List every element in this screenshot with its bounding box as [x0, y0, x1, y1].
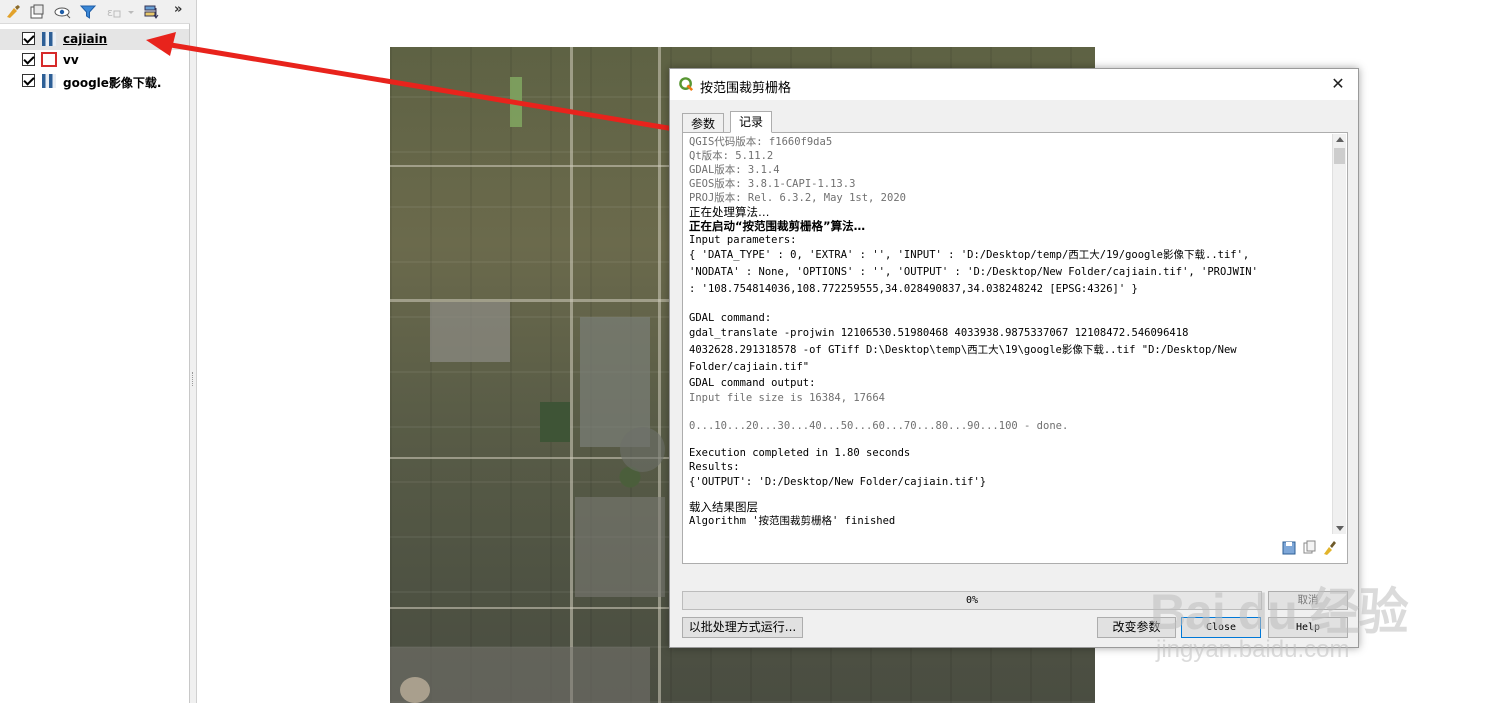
scroll-down-icon[interactable]	[1336, 526, 1344, 531]
layer-row-google[interactable]: google影像下载.	[0, 71, 189, 92]
layers-toolbar: ε »	[0, 0, 190, 24]
raster-layer-icon	[42, 32, 56, 46]
progress-text: 0%	[965, 595, 979, 606]
log-gdal-cmd-line: 4032628.291318578 -of GTiff D:\Desktop\t…	[689, 344, 1237, 356]
scroll-thumb[interactable]	[1334, 148, 1345, 164]
layers-panel: ε » cajiain vv google影像下载.	[0, 0, 190, 703]
log-line: QGIS代码版本: f1660f9da5	[689, 136, 833, 148]
layer-name: cajiain	[63, 32, 108, 46]
style-manager-icon[interactable]	[4, 3, 22, 21]
tab-log[interactable]: 记录	[730, 111, 773, 133]
save-log-icon[interactable]	[1281, 540, 1297, 556]
tab-parameters[interactable]: 参数	[682, 113, 725, 133]
log-pane: QGIS代码版本: f1660f9da5 Qt版本: 5.11.2 GDAL版本…	[682, 132, 1348, 564]
raster-layer-icon	[42, 74, 56, 88]
clear-log-icon[interactable]	[1321, 540, 1337, 556]
visibility-eye-icon[interactable]	[54, 3, 72, 21]
log-param-line: { 'DATA_TYPE' : 0, 'EXTRA' : '', 'INPUT'…	[689, 249, 1250, 261]
close-icon[interactable]: ✕	[1327, 74, 1349, 94]
log-gdal-cmd-line: Folder/cajiain.tif"	[689, 361, 810, 373]
log-param-line: 'NODATA' : None, 'OPTIONS' : '', 'OUTPUT…	[689, 266, 1258, 278]
toolbar-overflow-icon[interactable]: »	[174, 2, 182, 17]
log-execution: Execution completed in 1.80 seconds	[689, 447, 911, 459]
log-input-label: Input parameters:	[689, 234, 797, 246]
help-button[interactable]: Help	[1268, 617, 1348, 638]
log-text-area[interactable]: QGIS代码版本: f1660f9da5 Qt版本: 5.11.2 GDAL版本…	[689, 135, 1329, 537]
filter-icon[interactable]	[79, 3, 97, 21]
dialog-titlebar[interactable]: 按范围裁剪栅格 ✕	[670, 69, 1358, 100]
layer-visibility-checkbox[interactable]	[22, 74, 35, 87]
log-results: {'OUTPUT': 'D:/Desktop/New Folder/cajiai…	[689, 476, 987, 488]
log-tools	[1269, 540, 1339, 558]
cancel-button[interactable]: 取消	[1268, 591, 1348, 610]
clip-raster-dialog: 按范围裁剪栅格 ✕ 参数 记录 QGIS代码版本: f1660f9da5 Qt版…	[669, 68, 1359, 648]
log-results-label: Results:	[689, 461, 740, 473]
chevron-down-icon	[128, 11, 134, 14]
change-parameters-button[interactable]: 改变参数	[1097, 617, 1176, 638]
copy-log-icon[interactable]	[1301, 540, 1317, 556]
log-starting: 正在启动“按范围裁剪栅格”算法…	[689, 219, 866, 233]
log-processing: 正在处理算法…	[689, 205, 770, 219]
layer-visibility-checkbox[interactable]	[22, 32, 35, 45]
layer-row-vv[interactable]: vv	[0, 50, 189, 71]
log-param-line: : '108.754814036,108.772259555,34.028490…	[689, 283, 1138, 295]
panel-splitter[interactable]	[190, 0, 197, 703]
log-line: GDAL版本: 3.1.4	[689, 164, 780, 176]
log-gdal-output-label: GDAL command output:	[689, 377, 816, 389]
scroll-up-icon[interactable]	[1336, 137, 1344, 142]
log-line: Qt版本: 5.11.2	[689, 150, 774, 162]
layer-visibility-checkbox[interactable]	[22, 53, 35, 66]
log-gdal-cmd-line: gdal_translate -projwin 12106530.5198046…	[689, 327, 1189, 339]
log-loading: 载入结果图层	[689, 500, 758, 514]
layer-name: google影像下载.	[63, 76, 162, 90]
expression-filter-icon: ε	[107, 6, 121, 19]
dialog-title: 按范围裁剪栅格	[700, 81, 792, 96]
log-progress-line: 0...10...20...30...40...50...60...70...8…	[689, 420, 1069, 432]
close-button[interactable]: Close	[1181, 617, 1261, 638]
expand-all-icon[interactable]	[142, 3, 160, 21]
qgis-logo-icon	[679, 77, 694, 92]
log-scrollbar[interactable]	[1332, 134, 1346, 534]
log-line: PROJ版本: Rel. 6.3.2, May 1st, 2020	[689, 192, 906, 204]
layer-name: vv	[63, 53, 79, 67]
log-gdal-cmd-label: GDAL command:	[689, 312, 772, 324]
add-group-icon[interactable]	[28, 3, 46, 21]
run-as-batch-button[interactable]: 以批处理方式运行...	[682, 617, 803, 638]
layer-row-cajiain[interactable]: cajiain	[0, 29, 189, 50]
progress-bar: 0%	[682, 591, 1262, 610]
log-input-size: Input file size is 16384, 17664	[689, 392, 885, 404]
svg-text:ε: ε	[107, 6, 113, 19]
log-finished: Algorithm '按范围裁剪栅格' finished	[689, 515, 896, 527]
log-line: GEOS版本: 3.8.1-CAPI-1.13.3	[689, 178, 856, 190]
polygon-layer-icon	[41, 52, 57, 67]
